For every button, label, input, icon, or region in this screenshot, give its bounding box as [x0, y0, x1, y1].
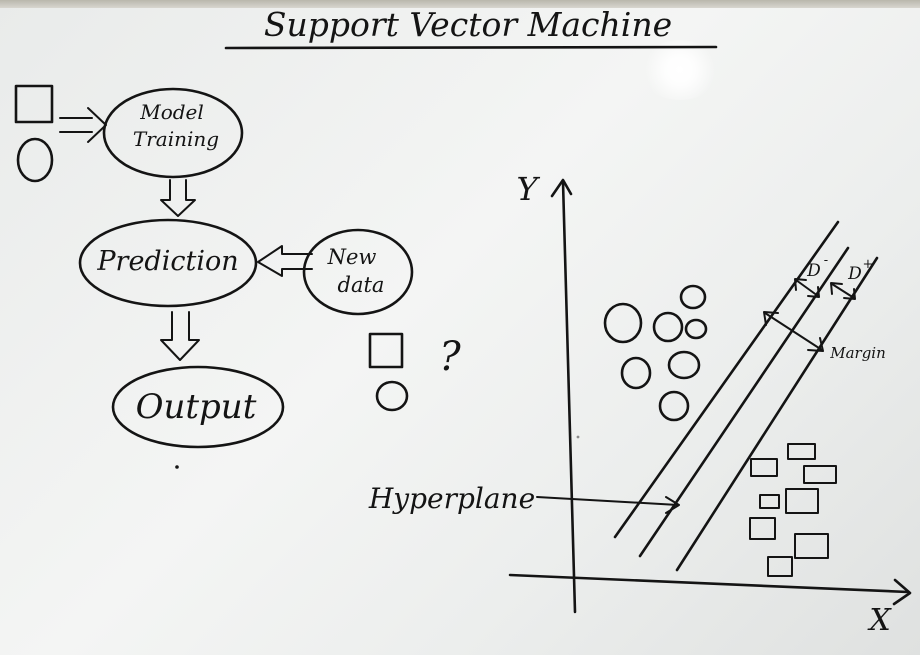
x-axis-label: X: [867, 603, 892, 638]
circle-class-cluster: [603, 284, 708, 422]
model-training-label-line2: Training: [133, 127, 219, 151]
d-plus-superscript: +: [863, 257, 874, 272]
d-minus-label: D: [806, 261, 821, 281]
new-data-node: [302, 228, 414, 316]
margin-label: Margin: [829, 344, 886, 362]
new-data-label-line1: New: [327, 245, 377, 269]
margin-line-lower: [675, 256, 879, 572]
y-axis-label: Y: [516, 170, 540, 208]
d-plus-arrow: [830, 282, 856, 300]
x-axis: [508, 573, 912, 606]
hyperplane-label: Hyperplane: [368, 482, 535, 515]
margin-arrow: [763, 311, 824, 352]
input-arrow-icon: [59, 107, 107, 143]
y-axis: [550, 178, 577, 614]
square-class-icon: [14, 84, 54, 124]
hyperplane-pointer-arrow: [536, 496, 680, 514]
new-square-icon: [368, 332, 404, 369]
ink-dot: [175, 465, 179, 469]
d-minus-arrow: [794, 278, 820, 298]
title-underline: [224, 45, 718, 50]
prediction-label: Prediction: [96, 246, 238, 277]
output-label: Output: [136, 387, 257, 427]
diagram-canvas: Support Vector Machine Model Training Pr…: [14, 5, 912, 638]
output-arrow-icon: [160, 311, 200, 361]
question-mark: ?: [439, 334, 461, 380]
ink-dot: [576, 435, 580, 439]
circle-class-icon: [16, 137, 54, 183]
d-minus-superscript: -: [824, 253, 828, 268]
new-data-label-line2: data: [338, 273, 385, 297]
square-class-cluster: [749, 443, 837, 577]
new-circle-icon: [375, 380, 409, 412]
page-title: Support Vector Machine: [264, 5, 672, 44]
d-plus-label: D: [847, 264, 862, 284]
down-arrow-icon: [160, 179, 196, 217]
whiteboard: Support Vector Machine Model Training Pr…: [0, 0, 920, 655]
model-training-label-line1: Model: [139, 100, 204, 124]
